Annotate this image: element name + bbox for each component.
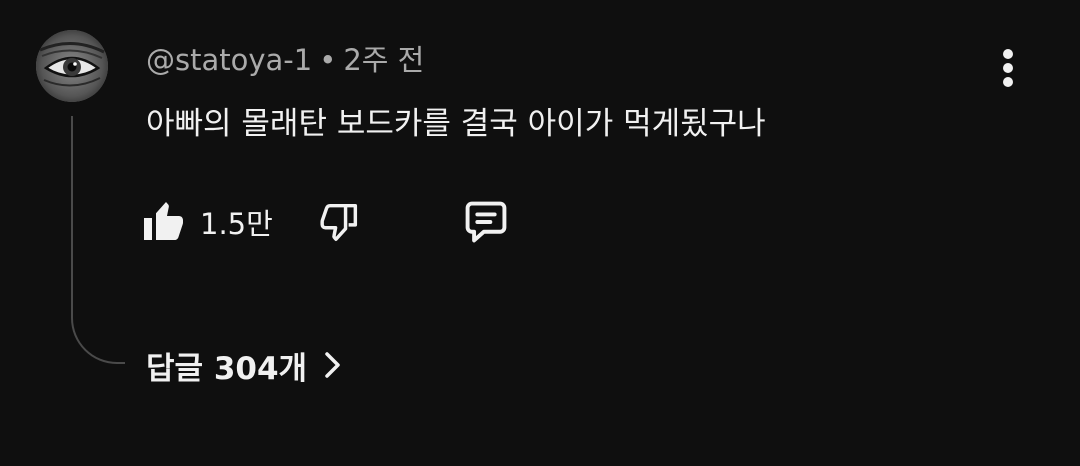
avatar[interactable]: [36, 30, 108, 102]
replies-label: 답글 304개: [146, 350, 308, 387]
like-button[interactable]: 1.5만: [140, 192, 273, 252]
meta-separator: •: [319, 43, 337, 77]
reply-button[interactable]: [456, 192, 516, 252]
reply-thread-line: [71, 116, 125, 364]
dislike-button[interactable]: [312, 192, 368, 252]
comment-reply-icon: [465, 201, 507, 243]
comment-meta: @statoya-1 • 2주 전: [146, 40, 424, 80]
eye-avatar-image: [36, 30, 108, 102]
thumbs-up-filled-icon: [144, 202, 183, 240]
thumbs-down-outline-icon: [320, 203, 358, 241]
more-vertical-icon: [1003, 49, 1013, 87]
more-options-button[interactable]: [990, 44, 1026, 92]
chevron-right-icon: [323, 350, 343, 380]
view-replies-link[interactable]: 답글 304개: [146, 340, 343, 390]
comment-author[interactable]: @statoya-1: [146, 43, 312, 77]
comment-text: 아빠의 몰래탄 보드카를 결국 아이가 먹게됬구나: [146, 106, 766, 142]
comment-time: 2주 전: [343, 43, 425, 77]
like-count: 1.5만: [200, 207, 273, 241]
